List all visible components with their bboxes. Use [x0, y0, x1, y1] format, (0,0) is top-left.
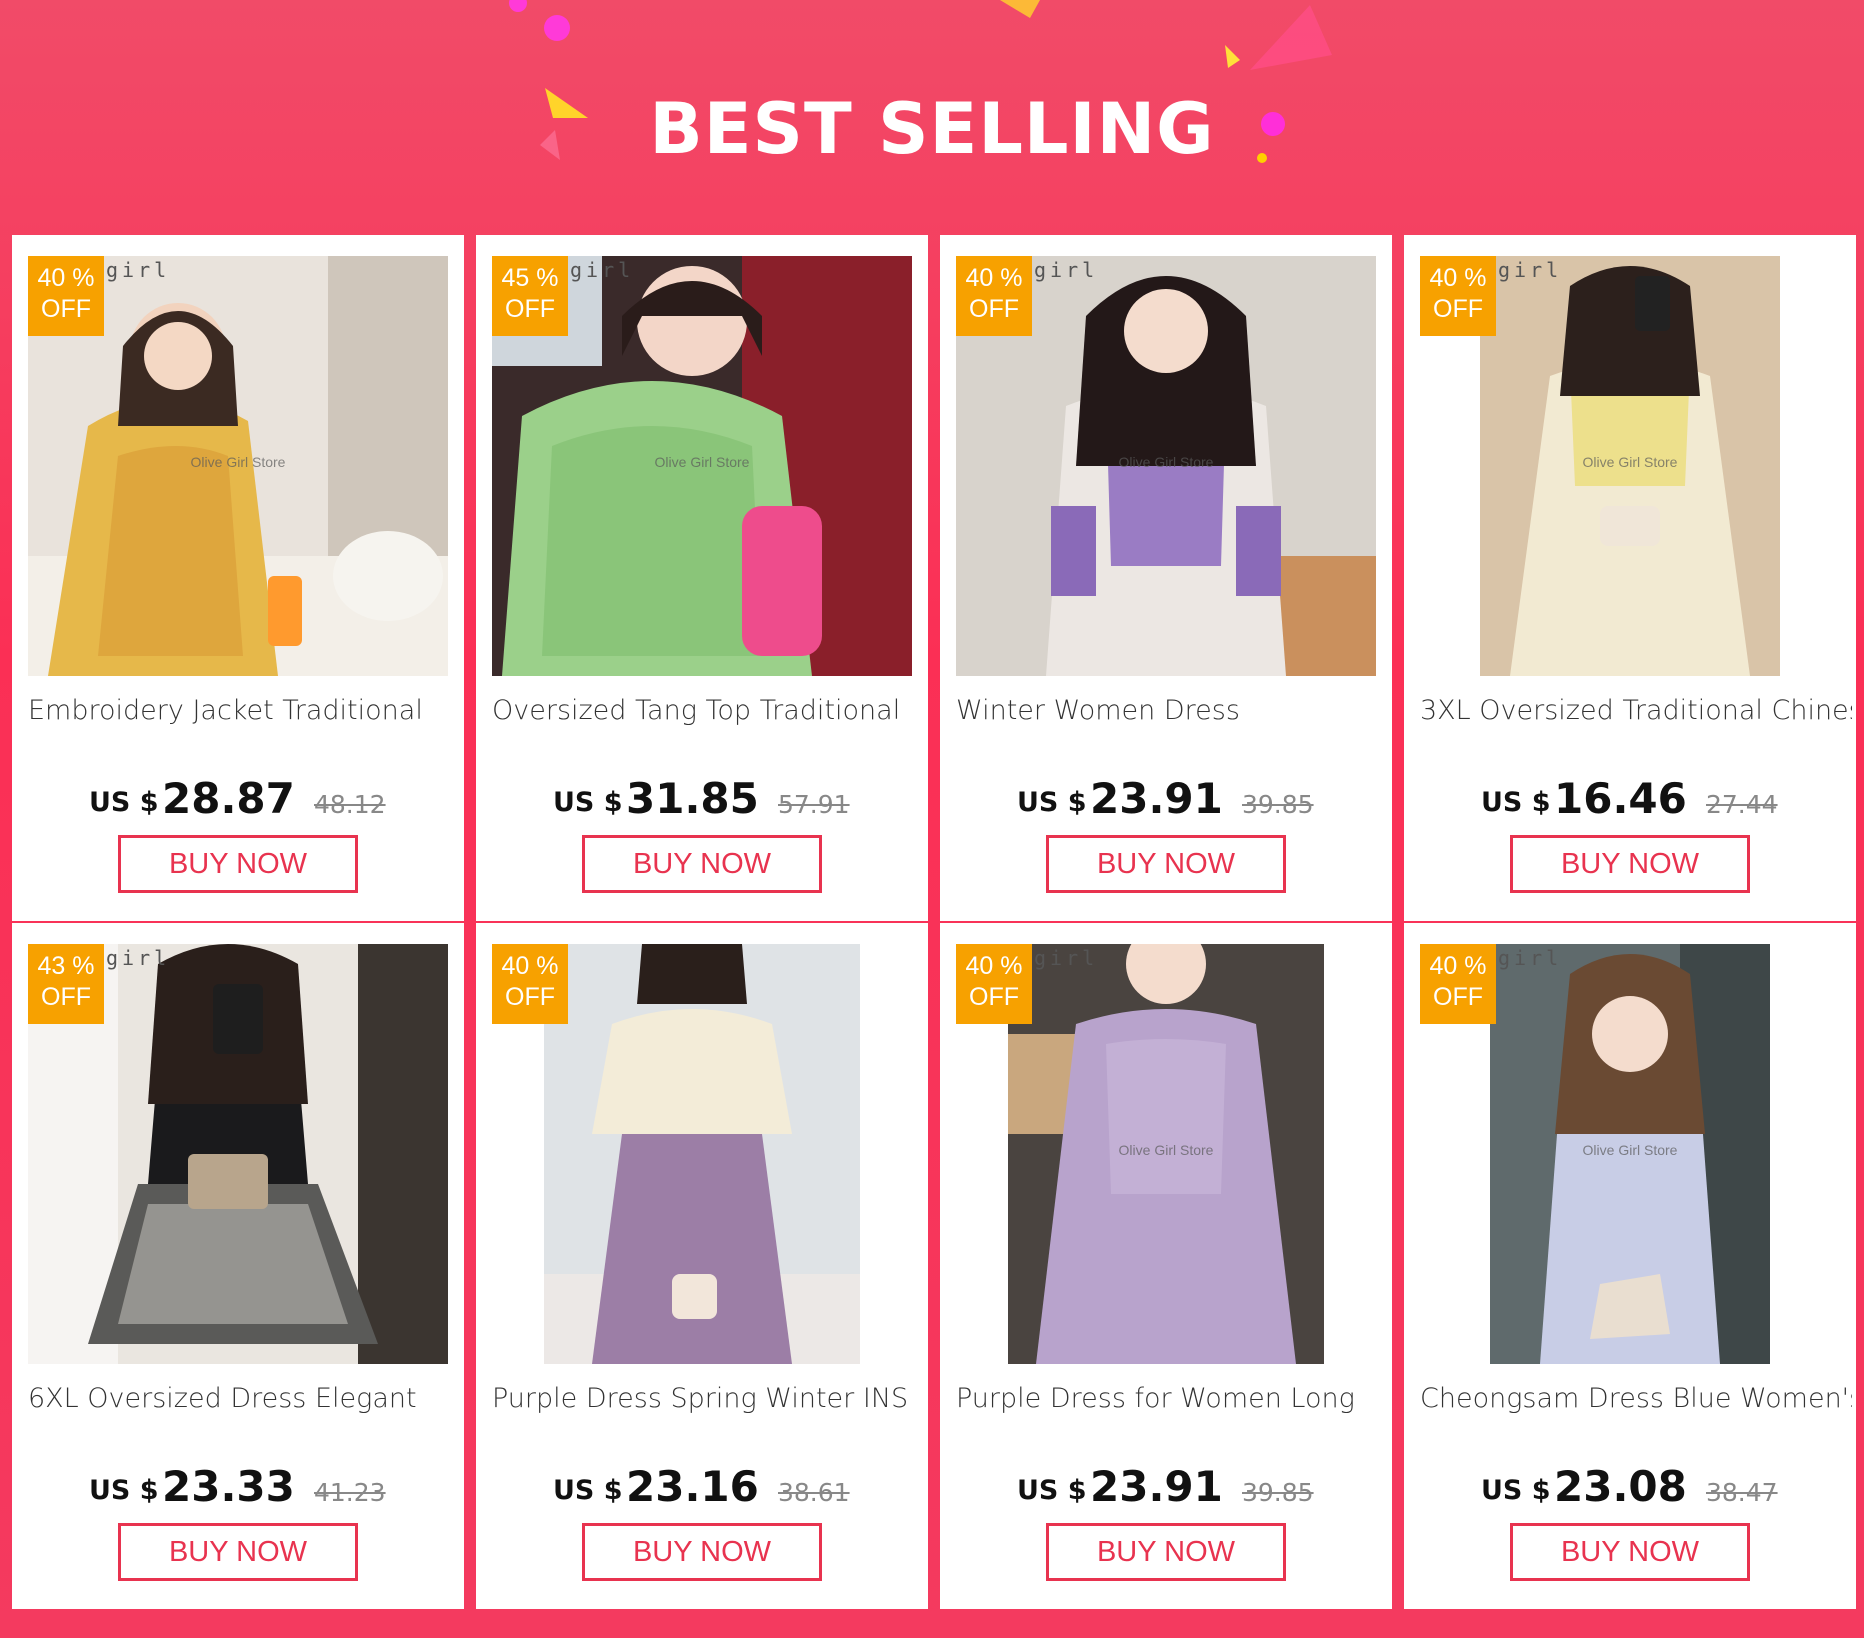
banner-header: BEST SELLING: [0, 0, 1864, 235]
product-image[interactable]: 40 % OFF girl Olive Girl Store: [956, 944, 1376, 1364]
store-watermark: Olive Girl Store: [654, 454, 750, 470]
original-price: 27.44: [1706, 790, 1778, 819]
original-price: 48.12: [314, 790, 386, 819]
original-price: 39.85: [1242, 790, 1314, 819]
product-card[interactable]: 40 % OFF girl Olive Girl Store 3XL Oversi…: [1404, 235, 1856, 921]
discount-badge: 40 % OFF: [1420, 256, 1496, 336]
product-name[interactable]: Purple Dress Spring Winter INS: [492, 1383, 924, 1414]
product-card[interactable]: 43 % OFF girl 6XL Oversized Dress Elegant…: [12, 923, 464, 1609]
discount-badge: 40 % OFF: [956, 944, 1032, 1024]
product-card[interactable]: 40 % OFF girl Olive Girl Store Cheongsam …: [1404, 923, 1856, 1609]
original-price: 57.91: [778, 790, 850, 819]
product-image[interactable]: 43 % OFF girl: [28, 944, 448, 1364]
original-price: 39.85: [1242, 1478, 1314, 1507]
sale-price: 23.33: [162, 1462, 295, 1511]
product-image[interactable]: 45 % OFF girl Olive Girl Store: [492, 256, 912, 676]
product-name[interactable]: 6XL Oversized Dress Elegant: [28, 1383, 460, 1414]
discount-badge: 43 % OFF: [28, 944, 104, 1024]
sale-price: 28.87: [162, 774, 295, 823]
buy-now-button[interactable]: BUY NOW: [1046, 1523, 1286, 1581]
brand-label: girl: [106, 946, 171, 970]
sale-price: 23.16: [626, 1462, 759, 1511]
discount-badge: 40 % OFF: [1420, 944, 1496, 1024]
brand-label: girl: [106, 258, 171, 282]
original-price: 38.61: [778, 1478, 850, 1507]
product-name[interactable]: Winter Women Dress: [956, 695, 1388, 726]
product-name[interactable]: Embroidery Jacket Traditional: [28, 695, 460, 726]
product-card[interactable]: 40 % OFF girl Olive Girl Store Embroidery…: [12, 235, 464, 921]
product-name[interactable]: Cheongsam Dress Blue Women's: [1420, 1383, 1852, 1414]
product-image[interactable]: 40 % OFF: [492, 944, 912, 1364]
buy-now-button[interactable]: BUY NOW: [582, 835, 822, 893]
product-card[interactable]: 40 % OFF girl Olive Girl Store Winter Wom…: [940, 235, 1392, 921]
product-name[interactable]: Oversized Tang Top Traditional: [492, 695, 924, 726]
discount-badge: 40 % OFF: [492, 944, 568, 1024]
sale-price: 31.85: [626, 774, 759, 823]
price-row: US $ 31.85 57.91: [476, 770, 928, 830]
price-row: US $ 23.91 39.85: [940, 770, 1392, 830]
price-row: US $ 28.87 48.12: [12, 770, 464, 830]
product-card[interactable]: 40 % OFF girl Olive Girl Store Purple Dre…: [940, 923, 1392, 1609]
product-card[interactable]: 45 % OFF girl Olive Girl Store Oversized …: [476, 235, 928, 921]
brand-label: girl: [1034, 946, 1099, 970]
store-watermark: Olive Girl Store: [1582, 454, 1678, 470]
discount-badge: 40 % OFF: [956, 256, 1032, 336]
product-image[interactable]: 40 % OFF girl Olive Girl Store: [1420, 944, 1840, 1364]
discount-badge: 45 % OFF: [492, 256, 568, 336]
product-name[interactable]: 3XL Oversized Traditional Chinese: [1420, 695, 1852, 726]
buy-now-button[interactable]: BUY NOW: [582, 1523, 822, 1581]
product-image[interactable]: 40 % OFF girl Olive Girl Store: [1420, 256, 1840, 676]
store-watermark: Olive Girl Store: [1118, 454, 1214, 470]
sale-price: 23.91: [1090, 774, 1223, 823]
product-image[interactable]: 40 % OFF girl Olive Girl Store: [28, 256, 448, 676]
currency-label: US $: [1017, 787, 1087, 818]
sale-price: 23.08: [1554, 1462, 1687, 1511]
buy-now-button[interactable]: BUY NOW: [1510, 1523, 1750, 1581]
buy-now-button[interactable]: BUY NOW: [1046, 835, 1286, 893]
currency-label: US $: [553, 787, 623, 818]
sale-price: 23.91: [1090, 1462, 1223, 1511]
brand-label: girl: [1498, 258, 1563, 282]
currency-label: US $: [89, 1475, 159, 1506]
product-card[interactable]: 40 % OFF Purple Dress Spring Winter INS U…: [476, 923, 928, 1609]
product-grid: 40 % OFF girl Olive Girl Store Embroidery…: [12, 235, 1856, 1609]
currency-label: US $: [1481, 787, 1551, 818]
buy-now-button[interactable]: BUY NOW: [1510, 835, 1750, 893]
buy-now-button[interactable]: BUY NOW: [118, 1523, 358, 1581]
price-row: US $ 23.33 41.23: [12, 1458, 464, 1518]
discount-badge: 40 % OFF: [28, 256, 104, 336]
brand-label: girl: [1034, 258, 1099, 282]
product-name[interactable]: Purple Dress for Women Long: [956, 1383, 1388, 1414]
price-row: US $ 23.08 38.47: [1404, 1458, 1856, 1518]
original-price: 38.47: [1706, 1478, 1778, 1507]
store-watermark: Olive Girl Store: [190, 454, 286, 470]
price-row: US $ 16.46 27.44: [1404, 770, 1856, 830]
brand-label: girl: [1498, 946, 1563, 970]
sale-price: 16.46: [1554, 774, 1687, 823]
currency-label: US $: [89, 787, 159, 818]
brand-label: girl: [570, 258, 635, 282]
currency-label: US $: [553, 1475, 623, 1506]
currency-label: US $: [1481, 1475, 1551, 1506]
store-watermark: Olive Girl Store: [1118, 1142, 1214, 1158]
store-watermark: Olive Girl Store: [1582, 1142, 1678, 1158]
product-image[interactable]: 40 % OFF girl Olive Girl Store: [956, 256, 1376, 676]
price-row: US $ 23.91 39.85: [940, 1458, 1392, 1518]
currency-label: US $: [1017, 1475, 1087, 1506]
page-title: BEST SELLING: [649, 88, 1215, 170]
original-price: 41.23: [314, 1478, 386, 1507]
buy-now-button[interactable]: BUY NOW: [118, 835, 358, 893]
price-row: US $ 23.16 38.61: [476, 1458, 928, 1518]
